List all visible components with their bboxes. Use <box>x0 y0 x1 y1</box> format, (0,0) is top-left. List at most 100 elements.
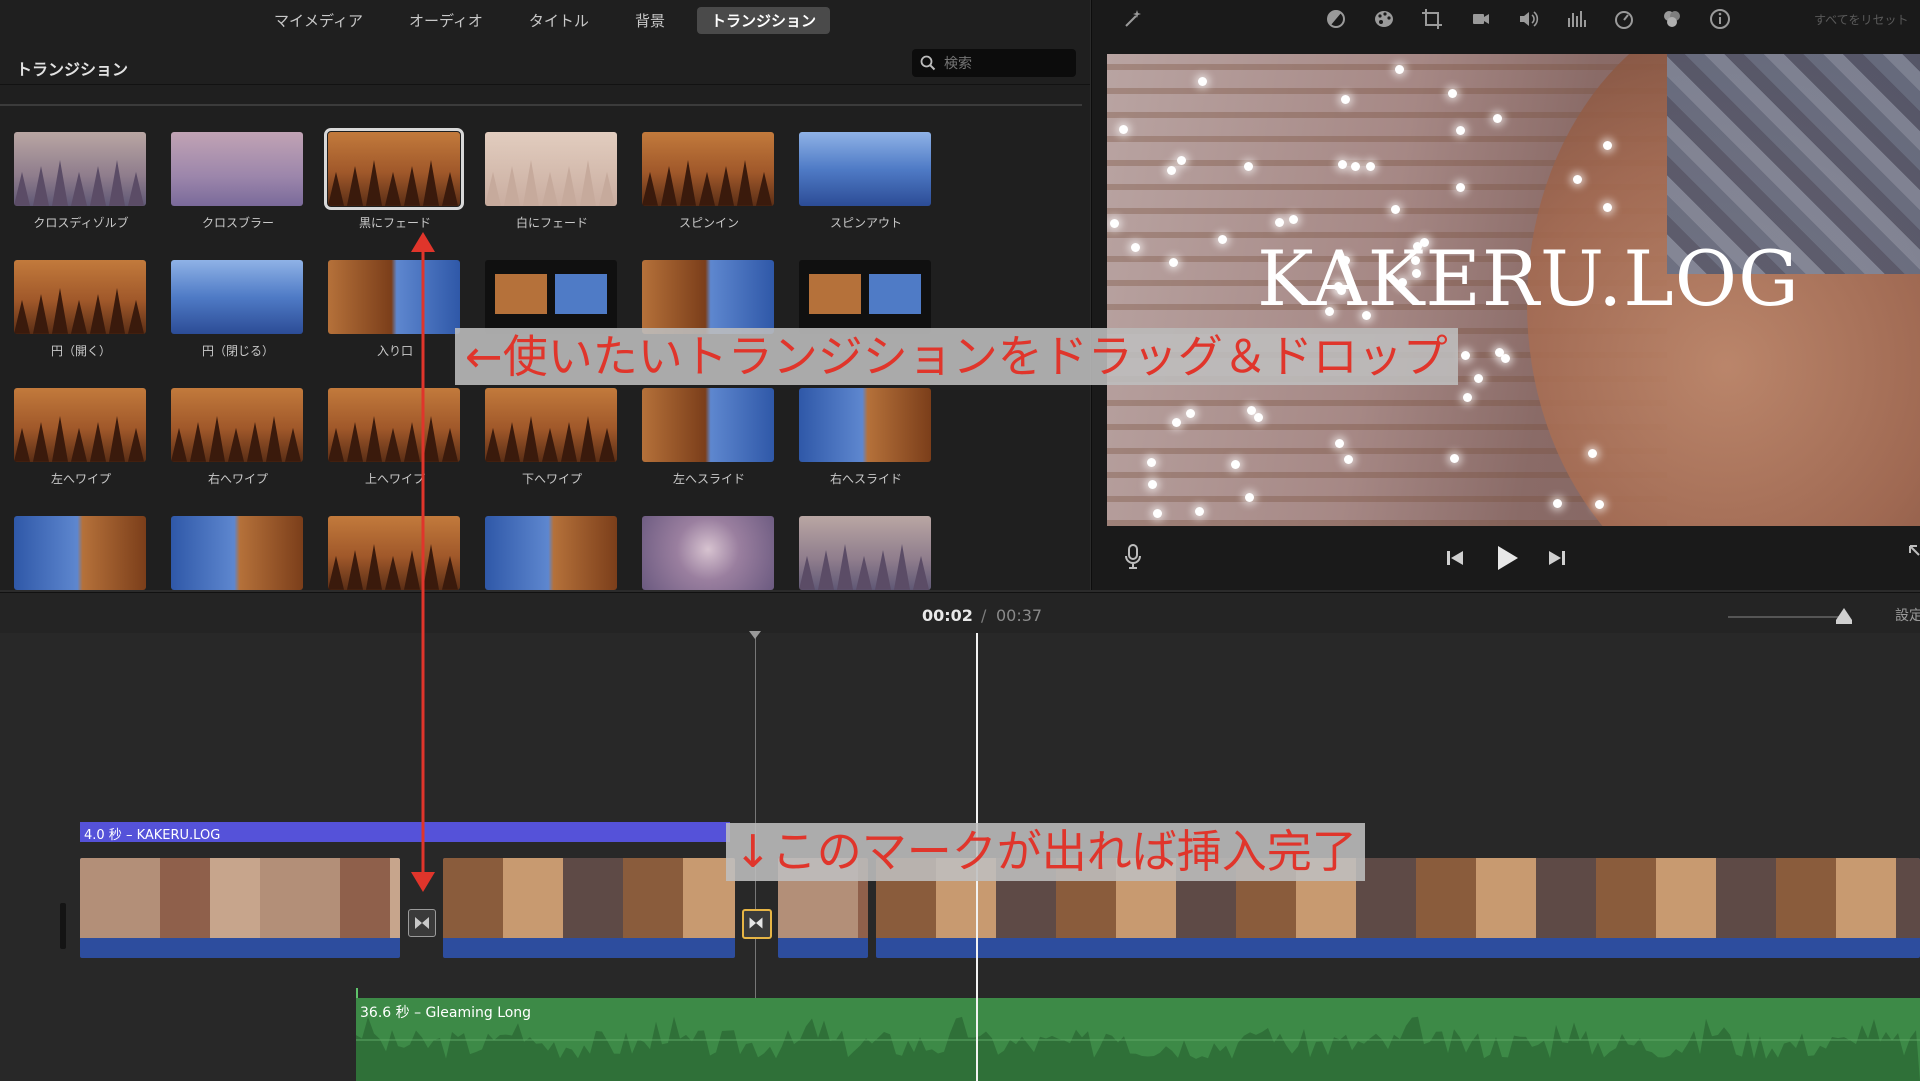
equalizer-icon[interactable] <box>1565 8 1587 30</box>
string-light <box>1169 258 1178 267</box>
transition-thumbnail <box>14 388 146 462</box>
transition-label: スピンアウト <box>829 216 902 230</box>
viewer: すべてをリセット KAKERU.LOG <box>1091 0 1920 590</box>
tab-backgrounds[interactable]: 背景 <box>621 7 679 34</box>
string-light <box>1344 455 1353 464</box>
transition-thumbnail <box>485 516 617 590</box>
total-time: 00:37 <box>996 606 1043 625</box>
string-light <box>1338 160 1347 169</box>
string-light <box>1148 480 1157 489</box>
transition-label: 上へワイプ <box>364 472 425 486</box>
next-icon[interactable] <box>1547 548 1567 568</box>
tab-titles[interactable]: タイトル <box>515 7 603 34</box>
video-clip-1[interactable] <box>80 858 400 958</box>
string-light <box>1573 175 1582 184</box>
audio-waveform <box>356 1016 1920 1081</box>
search-input[interactable] <box>942 52 1074 76</box>
string-light <box>1177 156 1186 165</box>
play-icon[interactable] <box>1493 544 1521 572</box>
zoom-slider-track[interactable] <box>1728 616 1848 618</box>
crop-icon[interactable] <box>1421 8 1443 30</box>
string-light <box>1603 141 1612 150</box>
string-light <box>1366 162 1375 171</box>
title-clip-label: 4.0 秒 – KAKERU.LOG <box>84 828 221 843</box>
info-icon[interactable] <box>1709 8 1731 30</box>
transition-label: クロスブラー <box>201 216 274 230</box>
string-light <box>1195 507 1204 516</box>
playback-controls <box>1092 530 1920 590</box>
reset-all-button[interactable]: すべてをリセット <box>1814 11 1908 28</box>
color-balance-icon[interactable] <box>1325 8 1347 30</box>
transition-label: 入り口 <box>376 344 413 358</box>
filter-icon[interactable] <box>1661 8 1683 30</box>
timeline-header: 00:02 / 00:37 設定 <box>0 593 1920 633</box>
volume-icon[interactable] <box>1517 8 1539 30</box>
current-time: 00:02 <box>922 606 973 625</box>
transition-thumbnail <box>14 132 146 206</box>
transition-thumbnail <box>642 388 774 462</box>
transition-icon <box>749 917 763 929</box>
magic-wand-icon[interactable] <box>1122 8 1144 30</box>
string-light <box>1588 449 1597 458</box>
transition-label: スピンイン <box>678 216 739 230</box>
transition-label: 黒にフェード <box>358 216 431 230</box>
speed-icon[interactable] <box>1613 8 1635 30</box>
string-light <box>1172 418 1181 427</box>
fullscreen-icon[interactable] <box>1908 544 1920 558</box>
transition-label: 下へワイプ <box>521 472 582 486</box>
string-light <box>1167 166 1176 175</box>
tab-audio[interactable]: オーディオ <box>395 7 497 34</box>
tab-my-media[interactable]: マイメディア <box>260 7 377 34</box>
transition-marker[interactable] <box>408 909 436 937</box>
browser-header: トランジション <box>0 44 1090 85</box>
string-light <box>1461 351 1470 360</box>
preview-title-text: KAKERU.LOG <box>1257 234 1800 323</box>
string-light <box>1147 458 1156 467</box>
transition-marker-inserted[interactable] <box>742 909 772 939</box>
transition-thumbnail <box>799 388 931 462</box>
zoom-slider-thumb[interactable] <box>1836 608 1852 624</box>
preview-slat <box>1107 520 1667 526</box>
transition-thumbnail <box>171 516 303 590</box>
string-light <box>1254 413 1263 422</box>
audio-clip[interactable]: 36.6 秒 – Gleaming Long <box>356 998 1920 1081</box>
transition-thumbnail <box>485 132 617 206</box>
drag-drop-annotation: ←使いたいトランジションをドラッグ＆ドロップ <box>455 328 1458 385</box>
video-clip-2[interactable] <box>443 858 735 958</box>
microphone-icon[interactable] <box>1124 544 1142 570</box>
string-light <box>1119 125 1128 134</box>
previous-icon[interactable] <box>1445 548 1465 568</box>
string-light <box>1553 499 1562 508</box>
search-box[interactable] <box>912 49 1076 77</box>
clip-frames <box>80 858 400 938</box>
title-clip[interactable]: 4.0 秒 – KAKERU.LOG <box>80 822 730 843</box>
transition-thumbnail <box>14 260 146 334</box>
skimmer-head <box>749 631 761 639</box>
transition-thumbnail <box>324 128 464 210</box>
adjustment-toolbar: すべてをリセット <box>1092 0 1920 40</box>
preview-slat <box>1107 88 1667 94</box>
transition-thumbnail <box>171 388 303 462</box>
transition-thumbnail <box>485 260 617 334</box>
string-light <box>1218 235 1227 244</box>
string-light <box>1198 77 1207 86</box>
transition-thumbnail <box>328 516 460 590</box>
search-icon <box>920 55 936 71</box>
transition-label: 白にフェード <box>515 216 588 230</box>
string-light <box>1341 95 1350 104</box>
transition-thumbnail <box>171 260 303 334</box>
string-light <box>1351 162 1360 171</box>
transition-label: 右へワイプ <box>207 472 268 486</box>
color-correction-icon[interactable] <box>1373 8 1395 30</box>
timeline-settings-button[interactable]: 設定 <box>1895 605 1920 625</box>
clip-frames <box>443 858 735 938</box>
video-preview: KAKERU.LOG <box>1107 54 1920 526</box>
string-light <box>1110 219 1119 228</box>
audio-clip-label: 36.6 秒 – Gleaming Long <box>360 1005 532 1021</box>
tab-transitions[interactable]: トランジション <box>696 6 830 34</box>
transition-thumbnail <box>799 260 931 334</box>
transition-label: 円（開く） <box>50 344 111 358</box>
timeline-left-handle[interactable] <box>60 903 66 949</box>
stabilization-icon[interactable] <box>1469 8 1491 30</box>
transition-thumbnail <box>642 260 774 334</box>
